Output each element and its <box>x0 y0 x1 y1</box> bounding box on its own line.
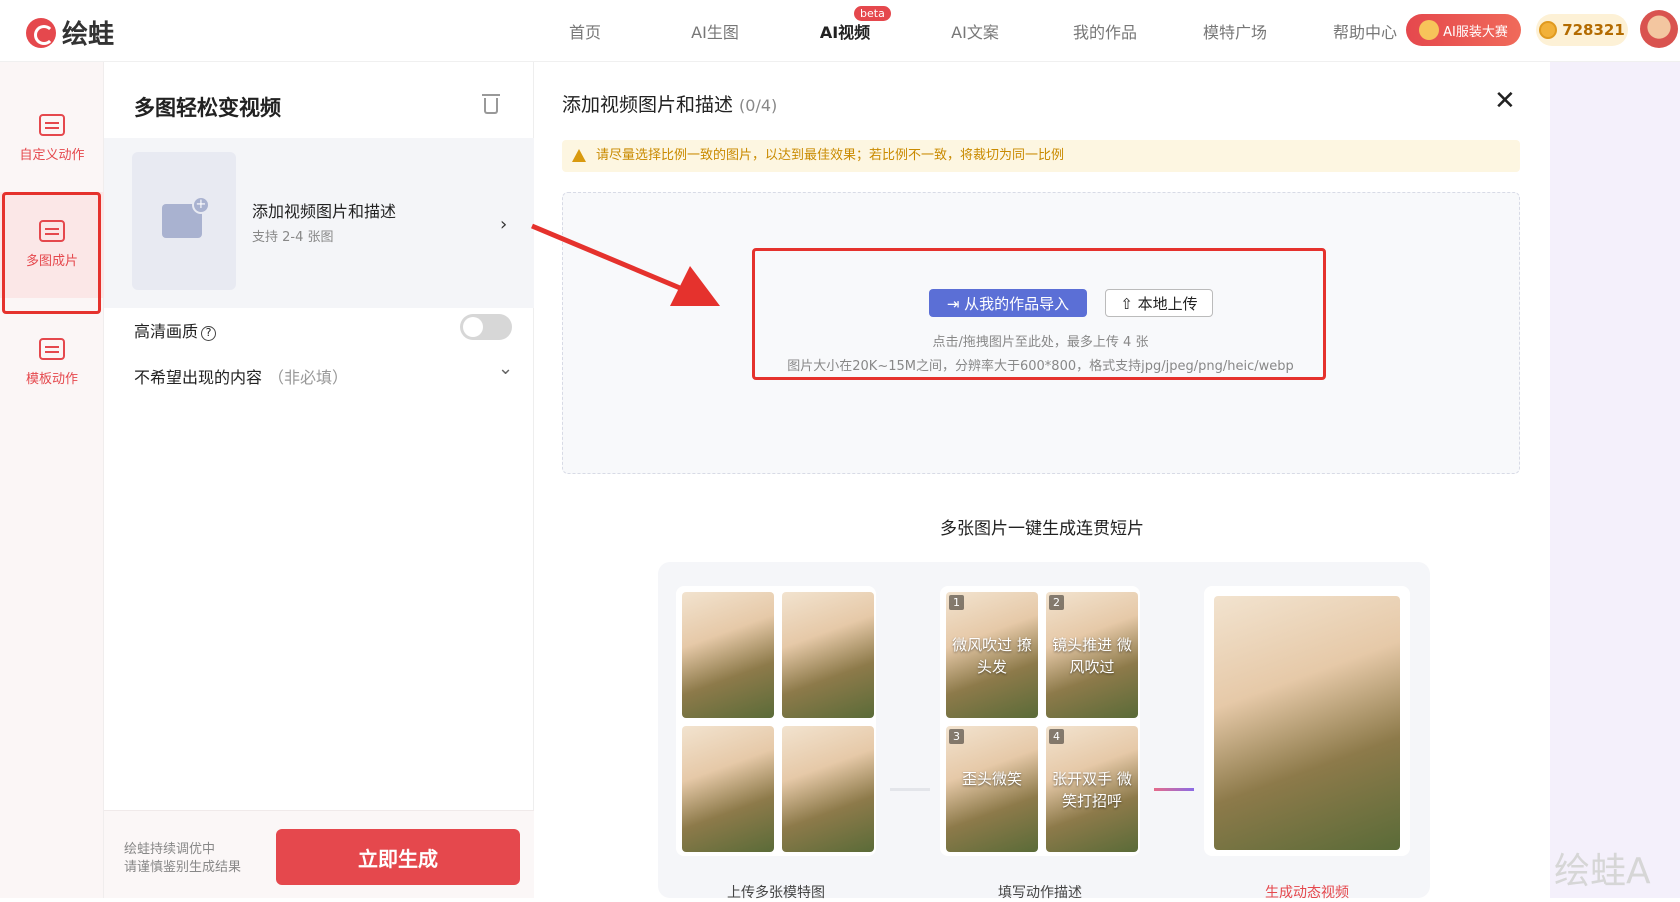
ai-contest-button[interactable]: AI服装大赛 <box>1406 14 1521 46</box>
sidebar-item-template-action[interactable]: 模板动作 <box>0 338 104 387</box>
optional-hint: （非必填） <box>268 368 349 387</box>
sidebar-item-label: 自定义动作 <box>19 148 85 163</box>
step-number: 3 <box>949 729 964 744</box>
nav-ai-video[interactable]: AI视频 beta <box>780 6 910 43</box>
panel-footer: 绘蛙持续调优中请谨慎鉴别生成结果 立即生成 <box>104 810 534 898</box>
chevron-down-icon[interactable]: ⌄ <box>498 358 513 379</box>
highlight-box-upload <box>752 248 1326 380</box>
image-count: (0/4) <box>739 96 778 115</box>
close-icon[interactable]: ✕ <box>1494 86 1516 116</box>
template-icon <box>39 338 65 360</box>
right-background <box>1550 62 1680 898</box>
nav-ai-copy[interactable]: AI文案 <box>910 19 1040 43</box>
add-images-card[interactable]: + 添加视频图片和描述 支持 2-4 张图 › <box>104 138 534 308</box>
frog-logo-icon <box>26 17 56 48</box>
footer-note: 绘蛙持续调优中请谨慎鉴别生成结果 <box>124 841 241 877</box>
demo-result-group <box>1204 586 1410 856</box>
warning-banner: 请尽量选择比例一致的图片，以达到最佳效果；若比例不一致，将裁切为同一比例 <box>562 140 1520 172</box>
demo-photo-2: 2 镜头推进 微风吹过 <box>1046 592 1138 718</box>
add-card-subtitle: 支持 2-4 张图 <box>252 230 334 245</box>
section-title: 多张图片一键生成连贯短片 <box>940 519 1144 539</box>
step-label: 生成动态视频 <box>1265 885 1349 901</box>
nav-model-plaza[interactable]: 模特广场 <box>1170 19 1300 43</box>
nav-my-works[interactable]: 我的作品 <box>1040 19 1170 43</box>
help-icon[interactable]: ? <box>201 326 217 341</box>
sidebar-item-label: 模板动作 <box>25 372 78 387</box>
beta-badge: beta <box>854 6 891 21</box>
upload-dialog: 添加视频图片和描述 (0/4) ✕ 请尽量选择比例一致的图片，以达到最佳效果；若比… <box>534 62 1550 901</box>
hd-label-text: 高清画质 <box>134 322 199 341</box>
logo[interactable]: 绘蛙 <box>26 14 114 51</box>
nav-home[interactable]: 首页 <box>520 19 650 43</box>
demo-photo-4: 4 张开双手 微笑打招呼 <box>1046 726 1138 852</box>
connector-line <box>890 788 930 791</box>
generate-button[interactable]: 立即生成 <box>276 829 520 885</box>
hd-quality-label: 高清画质? <box>134 318 217 342</box>
step-number: 1 <box>949 595 964 610</box>
watermark: 绘蛙A <box>1554 851 1651 892</box>
contest-label: AI服装大赛 <box>1443 24 1508 40</box>
top-bar: 绘蛙 首页 AI生图 AI视频 beta AI文案 我的作品 模特广场 帮助中心 … <box>0 0 1680 62</box>
sidebar: 自定义动作 多图成片 模板动作 <box>0 62 104 898</box>
negative-label-text: 不希望出现的内容 <box>134 368 263 387</box>
negative-prompt-label[interactable]: 不希望出现的内容 （非必填） <box>134 364 348 388</box>
footer-note-line-1: 绘蛙持续调优中 <box>124 842 216 857</box>
coin-balance[interactable]: 728321 <box>1536 14 1628 46</box>
contest-mascot-icon <box>1419 20 1440 40</box>
demo-illustration: 1 微风吹过 撩头发 2 镜头推进 微风吹过 3 歪头微笑 4 张开双手 微笑打招呼 上… <box>658 562 1430 901</box>
connector-line-active <box>1154 788 1194 791</box>
warning-text: 请尽量选择比例一致的图片，以达到最佳效果；若比例不一致，将裁切为同一比例 <box>596 148 1065 163</box>
demo-upload-group <box>676 586 876 856</box>
warning-icon <box>572 149 586 162</box>
chevron-right-icon: › <box>500 214 508 235</box>
highlight-box-sidebar <box>2 192 101 314</box>
add-card-title: 添加视频图片和描述 <box>252 202 397 221</box>
footer-note-line-2: 请谨慎鉴别生成结果 <box>124 860 242 875</box>
action-caption: 歪头微笑 <box>961 770 1022 788</box>
step-label: 上传多张模特图 <box>727 885 825 901</box>
nav-ai-image[interactable]: AI生图 <box>650 19 780 43</box>
demo-photo-1: 1 微风吹过 撩头发 <box>946 592 1038 718</box>
demo-describe-group: 1 微风吹过 撩头发 2 镜头推进 微风吹过 3 歪头微笑 4 张开双手 微笑打招呼 <box>940 586 1140 856</box>
plus-icon: + <box>192 196 210 214</box>
demo-photo <box>782 592 874 718</box>
sidebar-item-custom-action[interactable]: 自定义动作 <box>0 114 104 163</box>
coin-icon <box>1539 21 1558 39</box>
step-number: 4 <box>1049 729 1064 744</box>
action-caption: 镜头推进 微风吹过 <box>1052 636 1132 676</box>
demo-photo-3: 3 歪头微笑 <box>946 726 1038 852</box>
coin-count: 728321 <box>1562 21 1625 39</box>
hd-quality-toggle[interactable] <box>460 314 512 340</box>
demo-photo <box>682 592 774 718</box>
red-arrow-annotation <box>531 223 720 306</box>
image-placeholder: + <box>132 152 236 290</box>
demo-video-frame <box>1214 596 1400 850</box>
action-caption: 微风吹过 撩头发 <box>952 636 1032 676</box>
nav-ai-video-label: AI视频 <box>819 23 871 42</box>
user-avatar[interactable] <box>1640 10 1678 48</box>
action-caption: 张开双手 微笑打招呼 <box>1052 770 1132 810</box>
step-number: 2 <box>1049 595 1064 610</box>
brand-name: 绘蛙 <box>62 20 115 50</box>
demo-photo <box>682 726 774 852</box>
trash-icon[interactable] <box>482 94 500 114</box>
calendar-icon <box>39 114 65 136</box>
panel-title: 多图轻松变视频 <box>134 96 281 120</box>
main-nav: 首页 AI生图 AI视频 beta AI文案 我的作品 模特广场 帮助中心 <box>520 0 1430 62</box>
settings-panel: 多图轻松变视频 + 添加视频图片和描述 支持 2-4 张图 › 高清画质? 不希… <box>104 62 534 898</box>
dialog-title: 添加视频图片和描述 (0/4) <box>562 90 777 117</box>
step-label: 填写动作描述 <box>998 885 1082 901</box>
dialog-title-text: 添加视频图片和描述 <box>562 94 734 116</box>
demo-photo <box>782 726 874 852</box>
